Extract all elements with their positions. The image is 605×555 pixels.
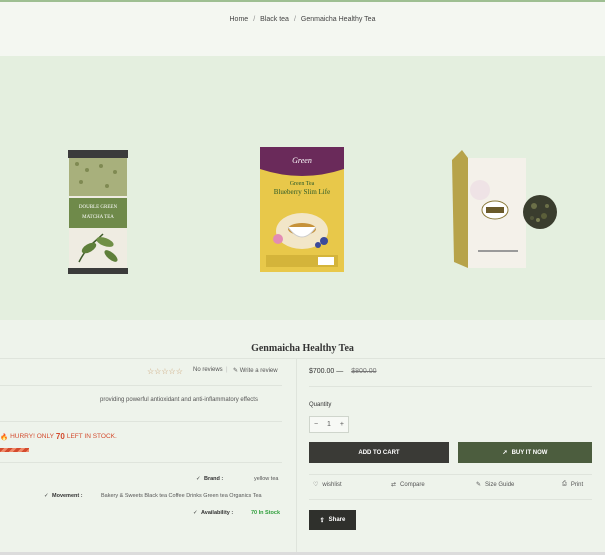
wishlist-link[interactable]: ♡ wishlist (313, 481, 342, 489)
stock-count: 70 (55, 432, 65, 441)
write-review-link[interactable]: ✎ Write a review (233, 367, 278, 374)
breadcrumb-home[interactable]: Home (230, 16, 249, 23)
share-button[interactable]: ⇪ Share (309, 510, 356, 530)
add-to-cart-button[interactable]: ADD TO CART (309, 442, 449, 463)
buy-now-button[interactable]: ➚ BUY IT NOW (458, 442, 592, 463)
stock-progress-bar (0, 448, 29, 452)
svg-text:DOUBLE GREEN: DOUBLE GREEN (79, 205, 118, 210)
check-icon: ✓ (196, 476, 201, 482)
product-title: Genmaicha Healthy Tea (251, 342, 354, 354)
availability-value: 70 In Stock (251, 510, 281, 516)
detail-row-brand: ✓ Brand : yellow tea (0, 476, 282, 486)
detail-label: Brand : (204, 476, 224, 482)
star-icon: ☆ (175, 367, 183, 376)
write-review-label: Write a review (239, 368, 278, 374)
hurry-suffix: LEFT IN STOCK. (66, 433, 117, 440)
stock-urgency: 🔥 HURRY! ONLY 70 LEFT IN STOCK. (0, 432, 117, 441)
wishlist-label: wishlist (322, 481, 342, 488)
right-divider (309, 499, 592, 500)
arrow-icon: ➚ (502, 450, 508, 456)
print-link[interactable]: ⎙ Print (562, 481, 583, 488)
print-label: Print (570, 481, 584, 488)
quantity-stepper: − 1 + (309, 416, 349, 433)
breadcrumb-separator: / (293, 15, 296, 23)
svg-text:Blueberry Slim Life: Blueberry Slim Life (274, 188, 330, 196)
ruler-icon: ✎ (476, 482, 482, 488)
size-guide-label: Size Guide (485, 481, 515, 488)
reviews-count[interactable]: No reviews (193, 367, 223, 373)
product-image-3[interactable] (452, 150, 557, 268)
buy-now-label: BUY IT NOW (511, 449, 548, 456)
detail-label: Movement : (52, 493, 83, 499)
compare-label: Compare (400, 481, 425, 488)
detail-row-movement: ✓ Movement : Bakery & Sweets Black tea C… (0, 493, 282, 503)
product-gallery: DOUBLE GREEN MATCHA TEA Green Green Tea … (0, 56, 605, 320)
detail-label: Availability : (201, 510, 234, 516)
share-label: Share (328, 517, 346, 523)
left-divider (0, 385, 282, 386)
quantity-plus-button[interactable]: + (340, 421, 344, 428)
left-divider (0, 421, 282, 422)
heart-icon: ♡ (313, 482, 319, 488)
quantity-input[interactable]: 1 (327, 421, 331, 428)
hurry-prefix: HURRY! ONLY (10, 433, 54, 440)
svg-text:Green Tea: Green Tea (290, 181, 315, 187)
price-block: $700.00 — $800.00 (309, 368, 377, 375)
old-price: $800.00 (351, 368, 377, 375)
quantity-minus-button[interactable]: − (314, 421, 318, 428)
section-divider (0, 358, 605, 359)
breadcrumb-category[interactable]: Black tea (260, 16, 289, 23)
fire-icon: 🔥 (0, 433, 9, 441)
current-price: $700.00 (309, 368, 335, 375)
column-divider (296, 358, 297, 552)
detail-value[interactable]: yellow tea (254, 476, 278, 482)
product-description: providing powerful antioxidant and anti-… (100, 397, 258, 403)
star-icon: ☆ (161, 367, 169, 376)
reviews-separator: | (226, 367, 228, 373)
compare-icon: ⇄ (391, 482, 397, 488)
right-divider (309, 474, 592, 475)
rating-stars[interactable]: ☆☆☆☆☆ (147, 367, 183, 376)
share-icon: ⇪ (319, 517, 325, 524)
svg-text:Green: Green (292, 156, 312, 165)
svg-text:MATCHA TEA: MATCHA TEA (82, 215, 114, 220)
price-separator: — (336, 368, 344, 375)
breadcrumb-separator: / (253, 15, 256, 23)
compare-link[interactable]: ⇄ Compare (391, 481, 425, 489)
check-icon: ✓ (44, 493, 49, 499)
star-icon: ☆ (168, 367, 176, 376)
quantity-label: Quantity (309, 402, 332, 408)
spacer-strip (0, 36, 605, 56)
left-divider (0, 462, 282, 463)
printer-icon: ⎙ (562, 481, 567, 487)
detail-value[interactable]: Bakery & Sweets Black tea Coffee Drinks … (101, 493, 262, 499)
breadcrumb-current: Genmaicha Healthy Tea (300, 15, 376, 23)
product-image-2[interactable]: Green Green Tea Blueberry Slim Life (260, 147, 344, 272)
size-guide-link[interactable]: ✎ Size Guide (476, 481, 515, 489)
breadcrumb: Home / Black tea / Genmaicha Healthy Tea (0, 2, 605, 36)
pencil-icon: ✎ (233, 368, 239, 374)
detail-row-availability: ✓ Availability : 70 In Stock (0, 510, 282, 520)
right-divider (309, 386, 592, 387)
check-icon: ✓ (193, 510, 198, 516)
product-image-1[interactable]: DOUBLE GREEN MATCHA TEA (67, 150, 129, 274)
